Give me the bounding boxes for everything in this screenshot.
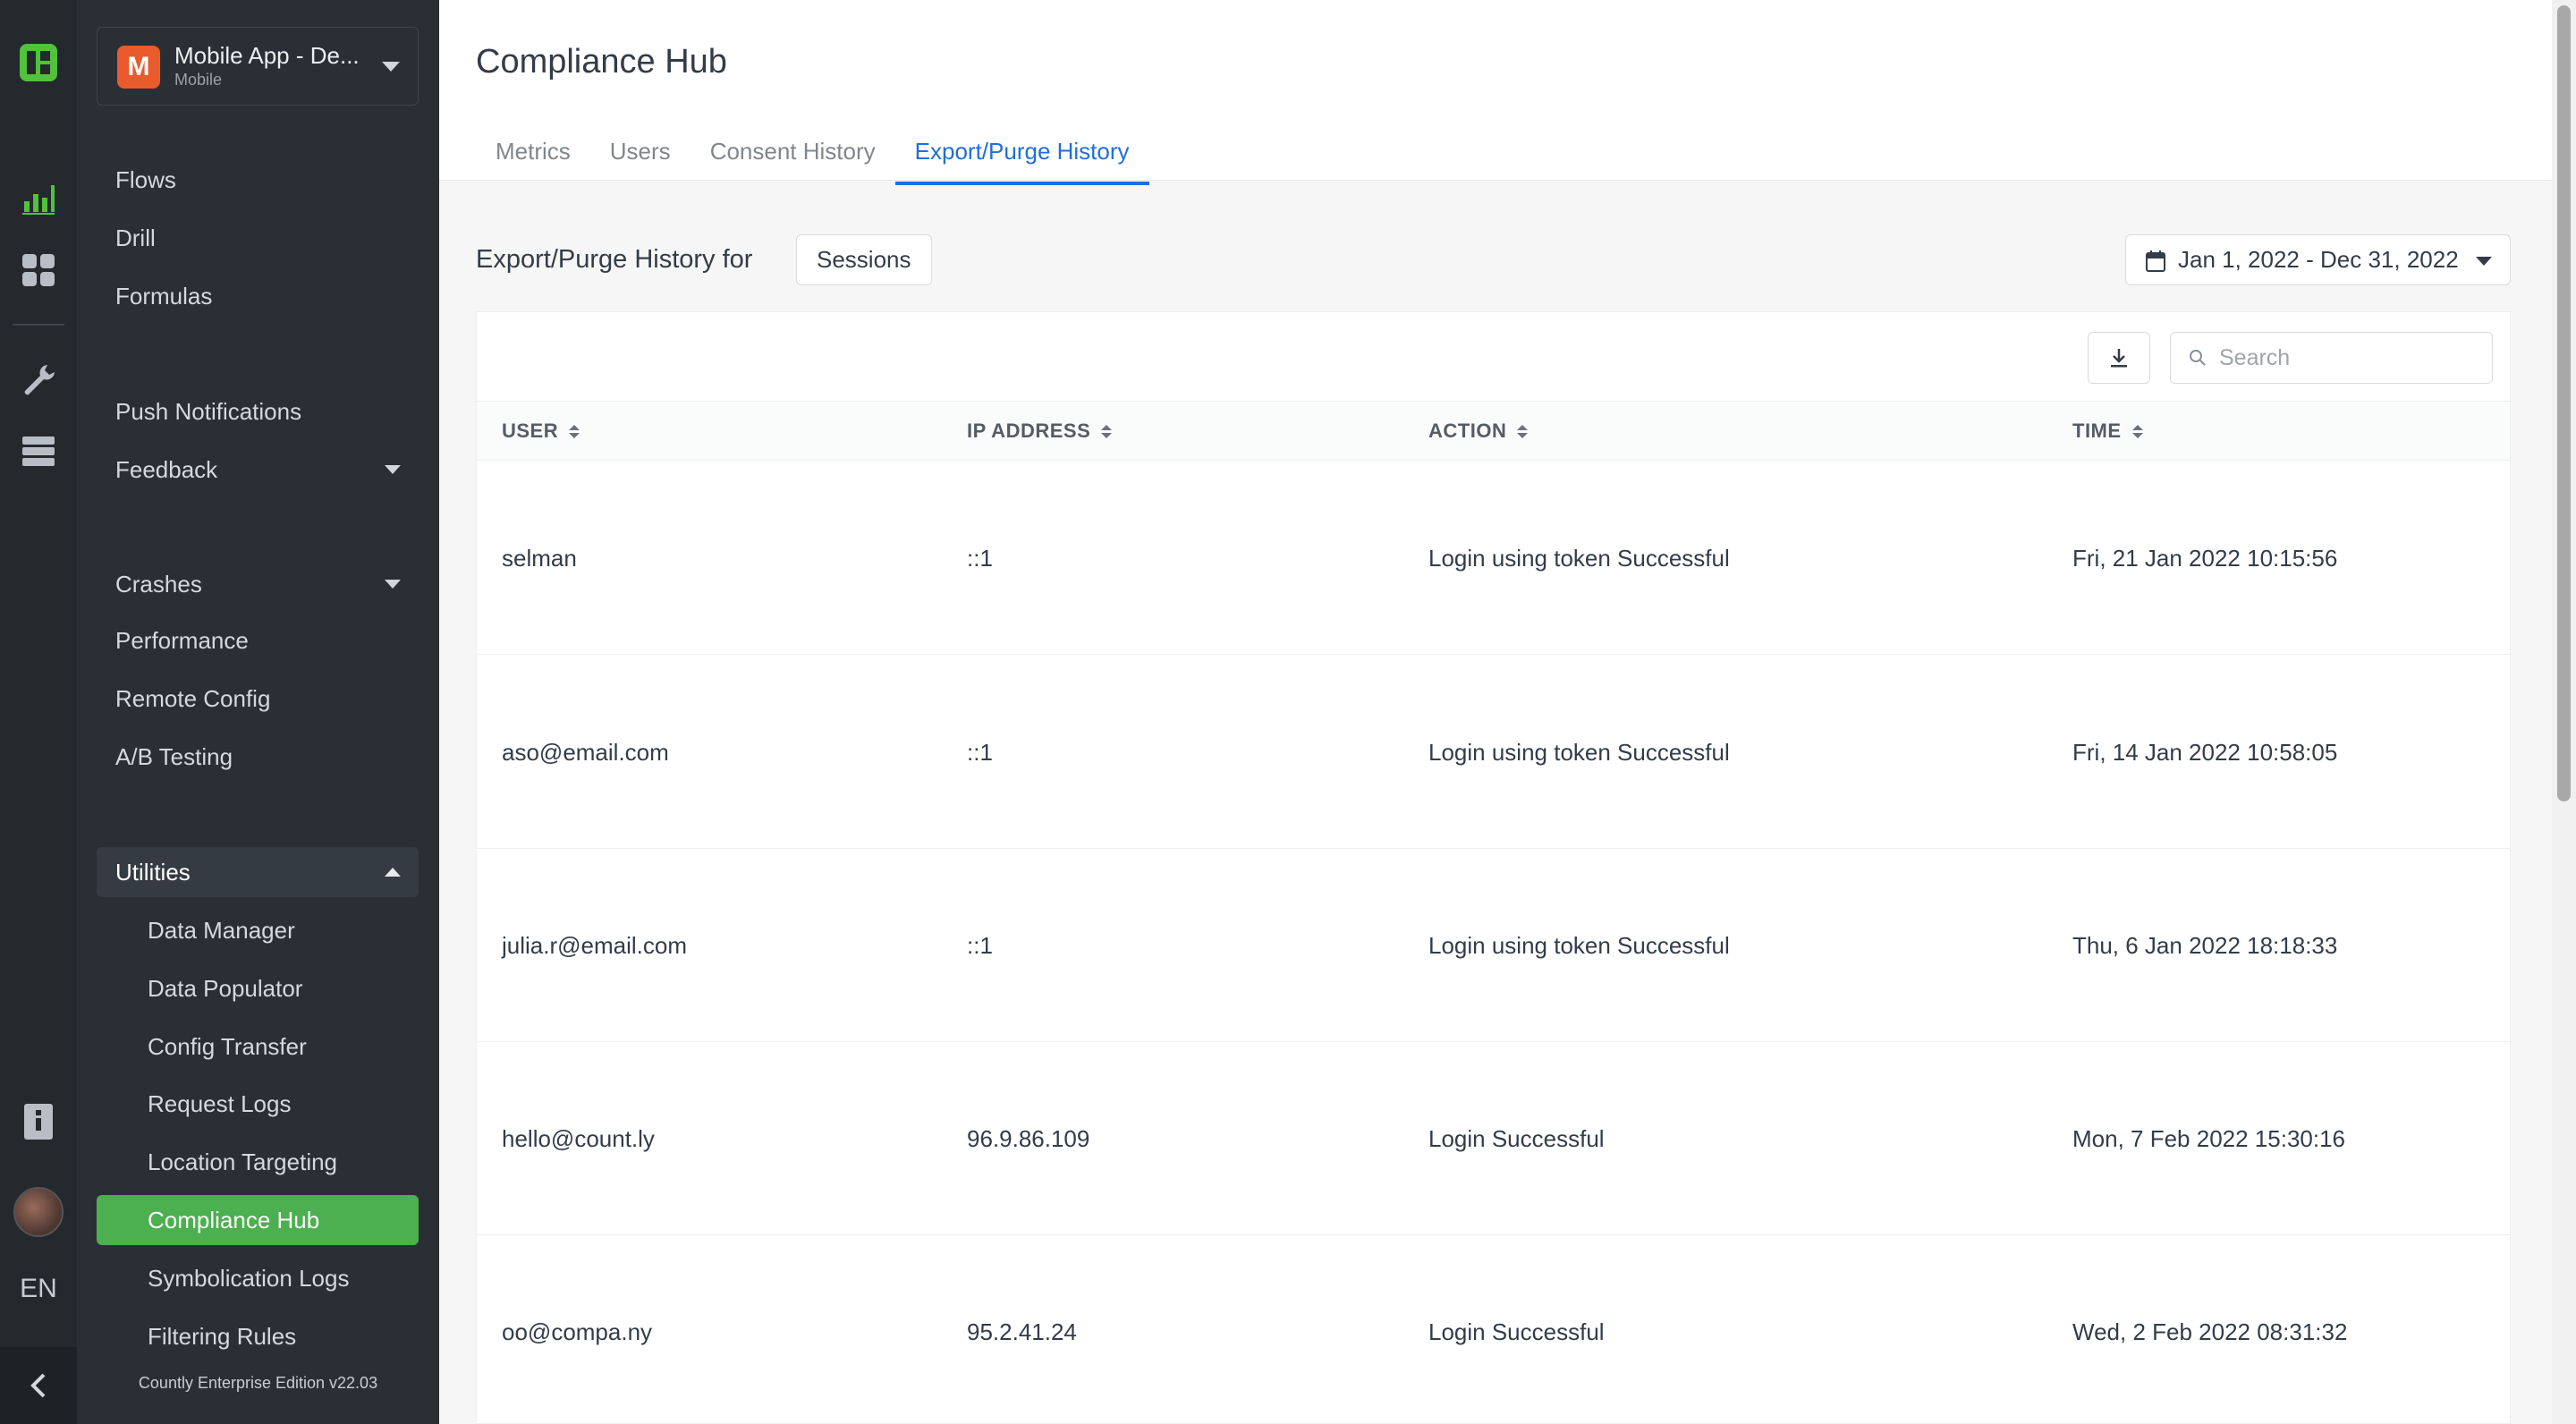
- column-header-action[interactable]: ACTION: [1428, 402, 1529, 461]
- scrollbar-thumb[interactable]: [2557, 5, 2571, 801]
- sidebar-item-crashes[interactable]: Crashes: [97, 559, 419, 609]
- table-row[interactable]: julia.r@email.com ::1 Login using token …: [477, 849, 2510, 1042]
- sort-icon: [569, 424, 580, 438]
- chevron-left-icon: [30, 1373, 46, 1398]
- documentation-icon[interactable]: [17, 1100, 60, 1143]
- sidebar-item-remote-config[interactable]: Remote Config: [97, 674, 419, 724]
- app-badge: M: [117, 46, 160, 89]
- sidebar-item-push-notifications[interactable]: Push Notifications: [97, 386, 419, 437]
- sidebar-item-request-logs[interactable]: Request Logs: [97, 1079, 419, 1129]
- sidebar-item-ab-testing[interactable]: A/B Testing: [97, 732, 419, 782]
- cell-ip: 95.2.41.24: [967, 1318, 1077, 1345]
- tab-export-purge-history[interactable]: Export/Purge History: [894, 132, 1149, 185]
- cell-time: Thu, 6 Jan 2022 18:18:33: [2072, 931, 2338, 959]
- sidebar-item-filtering-rules[interactable]: Filtering Rules: [97, 1311, 419, 1361]
- table-row[interactable]: aso@email.com ::1 Login using token Succ…: [477, 656, 2510, 849]
- collapse-sidebar-button[interactable]: [0, 1347, 77, 1424]
- page-scrollbar[interactable]: [2552, 0, 2576, 1424]
- download-icon: [2111, 349, 2127, 368]
- table-row[interactable]: selman ::1 Login using token Successful …: [477, 462, 2510, 655]
- sidebar-item-data-populator[interactable]: Data Populator: [97, 963, 419, 1013]
- sidebar-item-performance[interactable]: Performance: [97, 615, 419, 665]
- cell-user: selman: [502, 544, 577, 572]
- sidebar-item-location-targeting[interactable]: Location Targeting: [97, 1137, 419, 1187]
- cell-action: Login using token Successful: [1428, 738, 1730, 766]
- table-row[interactable]: hello@count.ly 96.9.86.109 Login Success…: [477, 1042, 2510, 1235]
- calendar-icon: [2146, 250, 2165, 272]
- analytics-icon[interactable]: [17, 176, 60, 219]
- tab-bar: Metrics Users Consent History Export/Pur…: [476, 132, 1149, 185]
- app-name: Mobile App - De...: [174, 42, 360, 69]
- sidebar-item-drill[interactable]: Drill: [97, 213, 419, 263]
- cell-user: hello@count.ly: [502, 1124, 655, 1152]
- date-range-label: Jan 1, 2022 - Dec 31, 2022: [2178, 246, 2459, 273]
- chevron-down-icon: [2476, 257, 2492, 266]
- sidebar-item-symbolication-logs[interactable]: Symbolication Logs: [97, 1253, 419, 1303]
- app-selector[interactable]: M Mobile App - De... Mobile: [97, 27, 419, 106]
- sidebar-item-config-transfer[interactable]: Config Transfer: [97, 1021, 419, 1072]
- search-icon: [2190, 350, 2206, 366]
- user-avatar[interactable]: [13, 1187, 64, 1237]
- management-icon[interactable]: [17, 358, 60, 401]
- column-header-time[interactable]: TIME: [2072, 402, 2143, 461]
- history-table-card: USER IP ADDRESS ACTION TIME selman ::1 L…: [476, 311, 2511, 1424]
- sort-icon: [1517, 424, 1529, 438]
- cell-action: Login using token Successful: [1428, 544, 1730, 572]
- sidebar-item-feedback[interactable]: Feedback: [97, 445, 419, 495]
- cell-ip: ::1: [967, 738, 993, 766]
- page-header: Compliance Hub Metrics Users Consent His…: [439, 0, 2559, 185]
- date-range-picker[interactable]: Jan 1, 2022 - Dec 31, 2022: [2125, 234, 2511, 285]
- column-header-ip-address[interactable]: IP ADDRESS: [967, 402, 1113, 461]
- main-content: Compliance Hub Metrics Users Consent His…: [439, 0, 2576, 1424]
- sidebar-item-utilities[interactable]: Utilities: [97, 847, 419, 897]
- cell-ip: ::1: [967, 544, 993, 572]
- sidebar-item-data-manager[interactable]: Data Manager: [97, 905, 419, 955]
- app-type: Mobile: [174, 71, 223, 89]
- sidebar-item-formulas[interactable]: Formulas: [97, 271, 419, 321]
- page-title: Compliance Hub: [476, 43, 727, 81]
- chevron-up-icon: [385, 868, 401, 877]
- table-row[interactable]: oo@compa.ny 95.2.41.24 Login Successful …: [477, 1235, 2510, 1424]
- sidebar: M Mobile App - De... Mobile Flows Drill …: [77, 0, 439, 1424]
- cell-ip: 96.9.86.109: [967, 1124, 1090, 1152]
- table-toolbar: [477, 312, 2510, 402]
- sidebar-item-compliance-hub[interactable]: Compliance Hub: [97, 1195, 419, 1245]
- cell-time: Fri, 14 Jan 2022 10:58:05: [2072, 738, 2338, 766]
- tab-consent-history[interactable]: Consent History: [691, 132, 895, 185]
- column-header-user[interactable]: USER: [502, 402, 580, 461]
- rail-divider: [13, 324, 64, 326]
- sort-icon: [2131, 424, 2143, 438]
- cell-action: Login using token Successful: [1428, 931, 1730, 959]
- sort-icon: [1101, 424, 1113, 438]
- sidebar-item-flows[interactable]: Flows: [97, 155, 419, 205]
- data-icon[interactable]: [17, 429, 60, 472]
- cell-action: Login Successful: [1428, 1124, 1605, 1152]
- dashboards-icon[interactable]: [17, 249, 60, 292]
- countly-logo-icon[interactable]: [17, 41, 60, 84]
- chevron-down-icon: [382, 62, 400, 72]
- tab-users[interactable]: Users: [590, 132, 691, 185]
- table-header: USER IP ADDRESS ACTION TIME: [477, 402, 2510, 461]
- edition-label: Countly Enterprise Edition v22.03: [138, 1374, 378, 1392]
- section-title: Export/Purge History for: [476, 245, 753, 274]
- cell-time: Wed, 2 Feb 2022 08:31:32: [2072, 1318, 2348, 1345]
- cell-time: Mon, 7 Feb 2022 15:30:16: [2072, 1124, 2346, 1152]
- history-type-select[interactable]: Sessions: [796, 234, 932, 285]
- download-button[interactable]: [2088, 332, 2150, 384]
- cell-ip: ::1: [967, 931, 993, 959]
- search-box: [2170, 332, 2493, 384]
- cell-user: oo@compa.ny: [502, 1318, 653, 1345]
- cell-action: Login Successful: [1428, 1318, 1605, 1345]
- chevron-down-icon: [385, 465, 401, 474]
- chevron-down-icon: [385, 580, 401, 589]
- icon-rail: EN: [0, 0, 77, 1424]
- cell-user: julia.r@email.com: [502, 931, 687, 959]
- language-selector[interactable]: EN: [0, 1274, 77, 1304]
- cell-time: Fri, 21 Jan 2022 10:15:56: [2072, 544, 2338, 572]
- search-input[interactable]: [2219, 342, 2479, 374]
- cell-user: aso@email.com: [502, 738, 669, 766]
- tab-metrics[interactable]: Metrics: [476, 132, 590, 185]
